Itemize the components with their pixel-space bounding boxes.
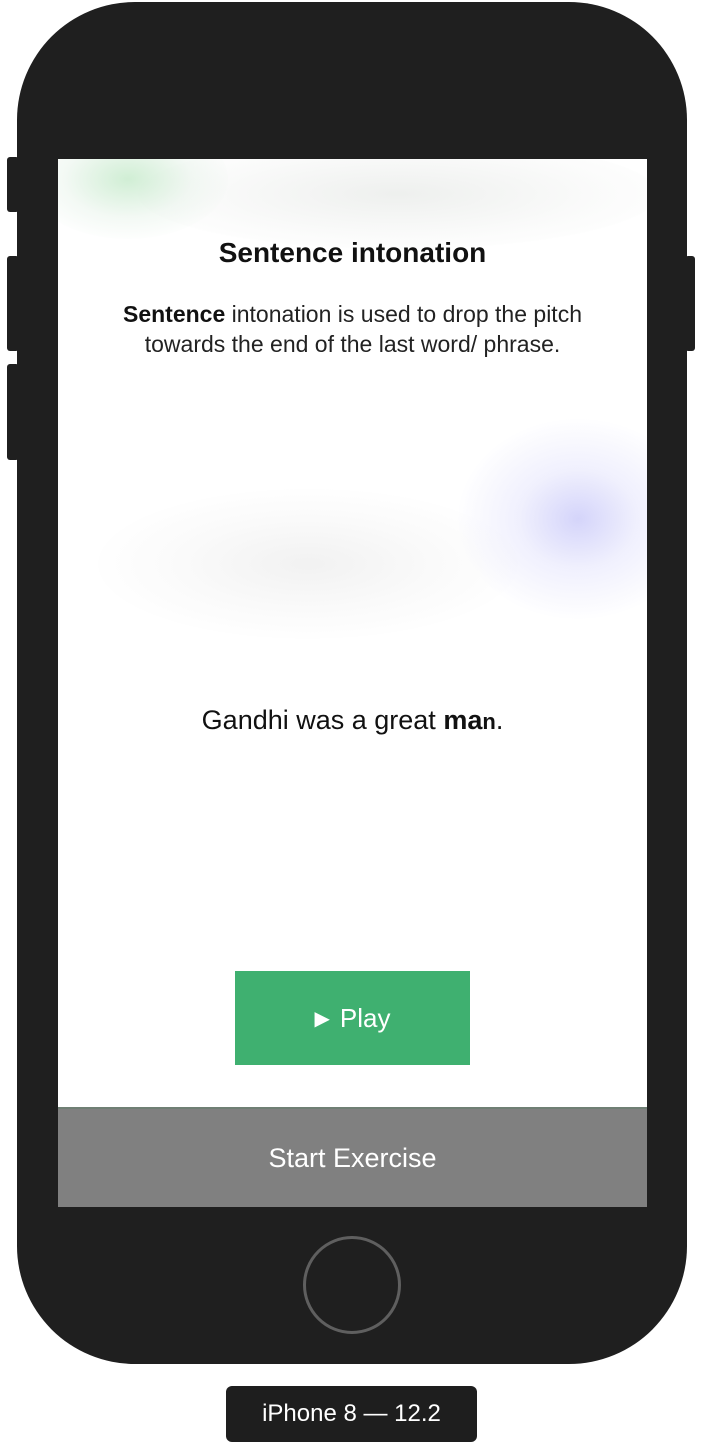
background-blur-blue: [458, 419, 647, 619]
lesson-description: Sentence intonation is used to drop the …: [118, 299, 587, 359]
start-exercise-button[interactable]: Start Exercise: [58, 1107, 647, 1207]
device-label: iPhone 8 — 12.2: [226, 1386, 477, 1442]
example-prefix: Gandhi was a great: [201, 705, 444, 735]
simulator-stage: Sentence intonation Sentence intonation …: [0, 0, 704, 1444]
background-blur-gray: [98, 489, 518, 639]
play-button[interactable]: ▶ Play: [235, 971, 470, 1065]
home-button[interactable]: [303, 1236, 401, 1334]
background-blur-green: [58, 159, 228, 239]
lesson-title: Sentence intonation: [218, 237, 487, 268]
start-exercise-label: Start Exercise: [268, 1142, 437, 1173]
example-stressed-syllable: ma: [443, 705, 483, 735]
example-suffix: .: [495, 705, 504, 735]
example-sentence: Gandhi was a great man.: [58, 705, 647, 736]
app-screen: Sentence intonation Sentence intonation …: [58, 159, 647, 1207]
background-blur-top: [138, 159, 647, 249]
play-label: Play: [339, 1002, 391, 1033]
description-bold-term: Sentence: [122, 301, 226, 327]
example-falling-syllable: n: [482, 709, 496, 734]
play-icon: ▶: [314, 1007, 330, 1030]
